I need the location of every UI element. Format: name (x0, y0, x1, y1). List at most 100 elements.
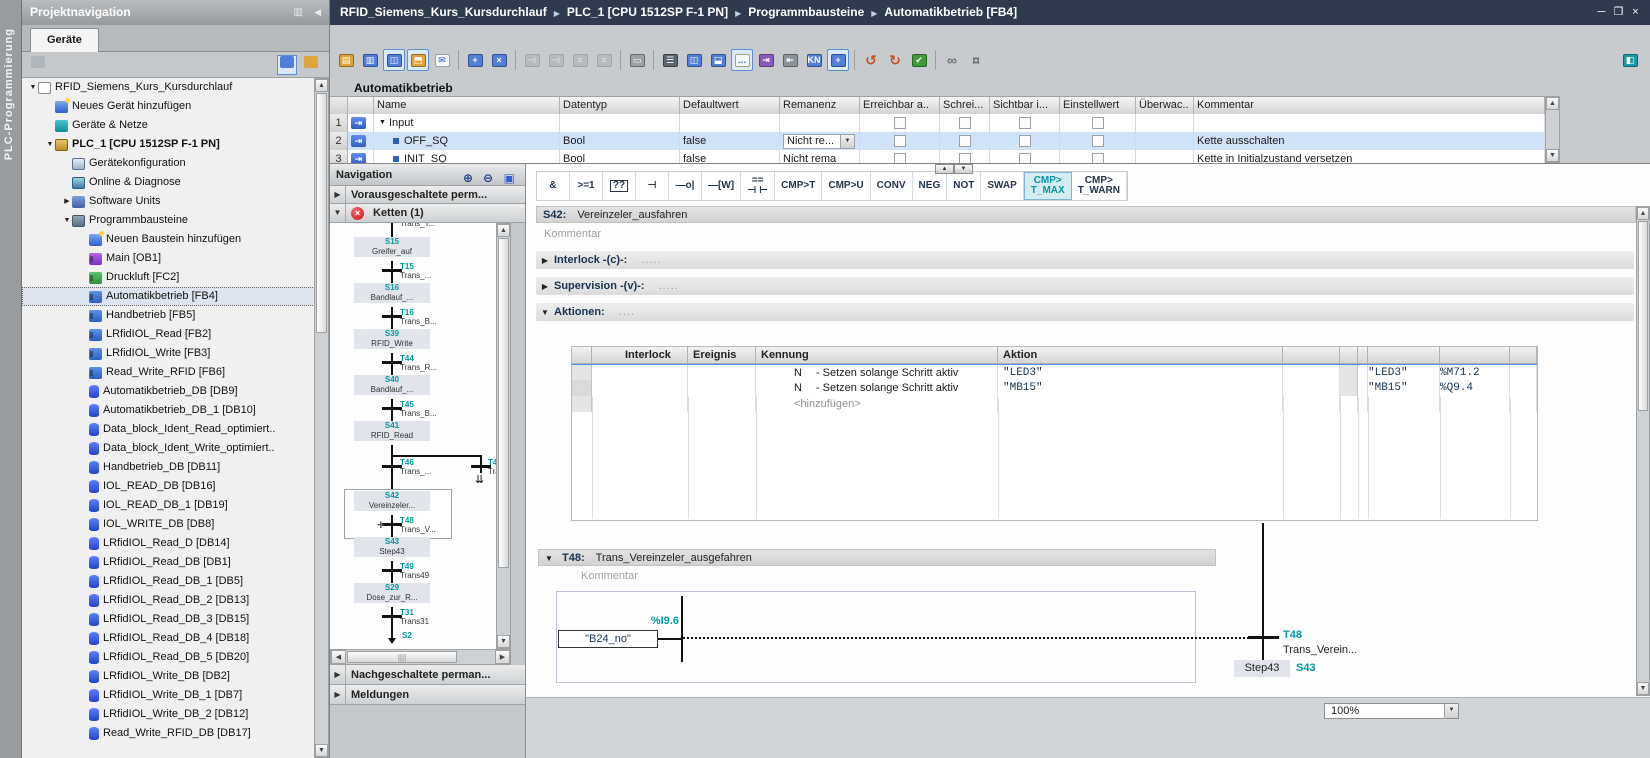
transition-label[interactable]: T49 Trans49 (400, 562, 429, 580)
chain-step-s43[interactable]: S43 Step43 (354, 537, 430, 557)
column-header-schrei[interactable]: Schrei... (940, 97, 990, 114)
section-preceding-permanent[interactable]: ▶ Vorausgeschaltete perm... (330, 186, 525, 204)
minimize-button[interactable]: ─ (1593, 0, 1610, 25)
event-cell[interactable] (688, 396, 756, 412)
settings-icon[interactable]: ¤ (965, 49, 987, 71)
column-header-berwac[interactable]: Überwac.. (1136, 97, 1194, 114)
tree-item-lrfidiol-read-db-2-db13[interactable]: LRfidIOL_Read_DB_2 [DB13] (22, 591, 315, 610)
scroll-right-icon[interactable]: ▶ (495, 650, 510, 664)
event-cell[interactable] (688, 380, 756, 396)
transition-label[interactable]: T16 Trans_B... (400, 308, 437, 326)
upload-from-device-icon[interactable]: ⇤ (779, 49, 801, 71)
comment-cell[interactable]: Kette in Initialzustand versetzen (1194, 150, 1545, 163)
operand-field[interactable]: "B24_no" (558, 630, 658, 648)
tree-item-lrfidiol-read-d-db14[interactable]: LRfidIOL_Read_D [DB14] (22, 534, 315, 553)
expander-closed-icon[interactable]: ▶ (62, 192, 72, 211)
interface-row-off_sq[interactable]: 2 ⇥ OFF_SQ Bool false Nicht re... ▼ Kette aussc… (330, 132, 1545, 150)
chevron-down-icon[interactable]: ▼ (1444, 704, 1458, 718)
breadcrumb-item[interactable]: Programmbausteine (748, 5, 864, 19)
interlock-cell[interactable] (592, 365, 688, 380)
qualifier-cell[interactable]: N - Setzen solange Schritt aktiv (756, 380, 998, 396)
tree-item-lrfidiol-write-db-1-db7[interactable]: LRfidIOL_Write_DB_1 [DB7] (22, 686, 315, 705)
scroll-thumb[interactable] (316, 93, 327, 333)
panel-options-icon[interactable]: ▥ (294, 0, 303, 25)
add-network-icon[interactable]: + (464, 49, 486, 71)
section-following-permanent[interactable]: ▶ Nachgeschaltete perman... (330, 665, 525, 685)
rename-operands-icon[interactable]: KN (803, 49, 825, 71)
expander-open-icon[interactable]: ▼ (45, 135, 55, 154)
expander-open-icon[interactable]: ▼ (62, 211, 72, 230)
network-sequence-view-icon[interactable]: ◫ (683, 49, 705, 71)
tree-item-ger-te-netze[interactable]: Geräte & Netze (22, 116, 315, 135)
tab-geraete[interactable]: Geräte (30, 28, 99, 52)
tree-item-iol-read-db-1-db19[interactable]: IOL_READ_DB_1 [DB19] (22, 496, 315, 515)
datatype-cell[interactable]: Bool (560, 132, 680, 150)
interlock-cell[interactable] (592, 380, 688, 396)
interlock-cell[interactable] (592, 396, 688, 412)
scroll-up-icon[interactable]: ▲ (1546, 97, 1559, 110)
checkbox[interactable] (893, 117, 906, 129)
logic-button-cmp-t-max[interactable]: CMP> T_MAX (1023, 172, 1072, 200)
tree-item-read-write-rfid-db-db17[interactable]: Read_Write_RFID_DB [DB17] (22, 724, 315, 743)
tree-item-main-ob1[interactable]: Main [OB1] (22, 249, 315, 268)
chain-step-s39[interactable]: S39 RFID_Write (354, 329, 430, 349)
expander-open-icon[interactable]: ▼ (379, 114, 386, 132)
comment-cell[interactable] (1194, 114, 1545, 132)
sequence-scrollbar-horizontal[interactable]: ◀ |||| ▶ (330, 649, 511, 665)
tree-item-data-block-ident-read-optimiert[interactable]: Data_block_Ident_Read_optimiert.. (22, 420, 315, 439)
zoom-select[interactable]: 100% ▼ (1324, 703, 1459, 719)
transition-label[interactable]: T45 Trans_B... (400, 400, 437, 418)
go-online-icon[interactable]: ↺ (860, 49, 882, 71)
checkbox[interactable] (1091, 153, 1104, 163)
checkbox[interactable] (958, 117, 971, 129)
column-header-erreichbar-a[interactable]: Erreichbar a.. (860, 97, 940, 114)
section-messages[interactable]: ▶ Meldungen (330, 685, 525, 705)
scroll-thumb[interactable] (1638, 221, 1648, 411)
logic-button-neg[interactable]: NEG (913, 172, 948, 200)
chevron-down-icon[interactable]: ▼ (536, 308, 554, 317)
event-cell[interactable] (688, 365, 756, 380)
scroll-down-icon[interactable]: ▼ (1546, 149, 1559, 162)
monitoring-icon[interactable]: ∞ (941, 49, 963, 71)
scroll-up-icon[interactable]: ▲ (1637, 207, 1649, 220)
checkbox[interactable] (1091, 117, 1104, 129)
chain-step-s42[interactable]: S42 Vereinzeler... (354, 491, 430, 511)
logic-button-cmp-t[interactable]: CMP>T (775, 172, 823, 200)
retentivity-cell[interactable] (780, 114, 860, 132)
qualifier-cell[interactable]: N - Setzen solange Schritt aktiv (756, 365, 998, 380)
logic-button-[interactable]: == ⊣ ⊢ (741, 172, 776, 200)
column-header-interlock[interactable]: Interlock (592, 347, 688, 363)
insert-row-icon[interactable]: ▤ (335, 49, 357, 71)
tree-item-lrfidiol-read-fb2[interactable]: LRfidIOL_Read [FB2] (22, 325, 315, 344)
chain-step-s16[interactable]: S16 Bandlauf_... (354, 283, 430, 303)
scroll-thumb[interactable]: |||| (347, 651, 457, 663)
transition-label[interactable]: T31 Trans31 (400, 608, 429, 626)
retentivity-dropdown[interactable]: Nicht re... ▼ (783, 133, 855, 149)
row-selector-cell[interactable] (572, 380, 592, 396)
interface-row-init_sq[interactable]: 3 ⇥ INIT_SQ Bool false Nicht rema Kette in Ini… (330, 150, 1545, 163)
chain-step-s29[interactable]: S29 Dose_zur_R... (354, 583, 430, 603)
transition-label[interactable]: T44 Trans_R... (400, 354, 437, 372)
transition-header-bar[interactable]: ▼ T48: Trans_Vereinzeler_ausgefahren (538, 549, 1216, 566)
compile-icon[interactable]: ✔ (908, 49, 930, 71)
transition-comment-field[interactable]: Kommentar (581, 570, 638, 582)
action-row[interactable]: N - Setzen solange Schritt aktiv "MB15" "MB… (572, 380, 1537, 396)
sequence-overview-canvas[interactable]: Trans_T... S15 Greifer_auf T15 Trans_... S16 B… (330, 223, 511, 649)
retentivity-cell[interactable]: Nicht re... ▼ (780, 132, 860, 150)
tree-item-lrfidiol-read-db-5-db20[interactable]: LRfidIOL_Read_DB_5 [DB20] (22, 648, 315, 667)
tree-item-read-write-rfid-fb6[interactable]: Read_Write_RFID [FB6] (22, 363, 315, 382)
column-header-einstellwert[interactable]: Einstellwert (1060, 97, 1136, 114)
tree-item-lrfidiol-write-db-db2[interactable]: LRfidIOL_Write_DB [DB2] (22, 667, 315, 686)
column-header-sichtbar-i[interactable]: Sichtbar i... (990, 97, 1060, 114)
scroll-up-icon[interactable]: ▲ (315, 79, 328, 92)
column-header-ereignis[interactable]: Ereignis (688, 347, 756, 363)
chevron-down-icon[interactable]: ▼ (840, 134, 854, 148)
insert-block-icon[interactable]: ▭ (626, 49, 648, 71)
expander-open-icon[interactable]: ▼ (28, 78, 38, 97)
section-supervision-v[interactable]: ▶ Supervision -(v)-:..... (536, 277, 1634, 295)
delete-network-icon[interactable]: × (488, 49, 510, 71)
insert-column-icon[interactable]: ▥ (359, 49, 381, 71)
default-value-cell[interactable] (680, 114, 780, 132)
comments-icon[interactable]: … (731, 49, 753, 71)
transition-label[interactable]: S2 (402, 631, 412, 640)
